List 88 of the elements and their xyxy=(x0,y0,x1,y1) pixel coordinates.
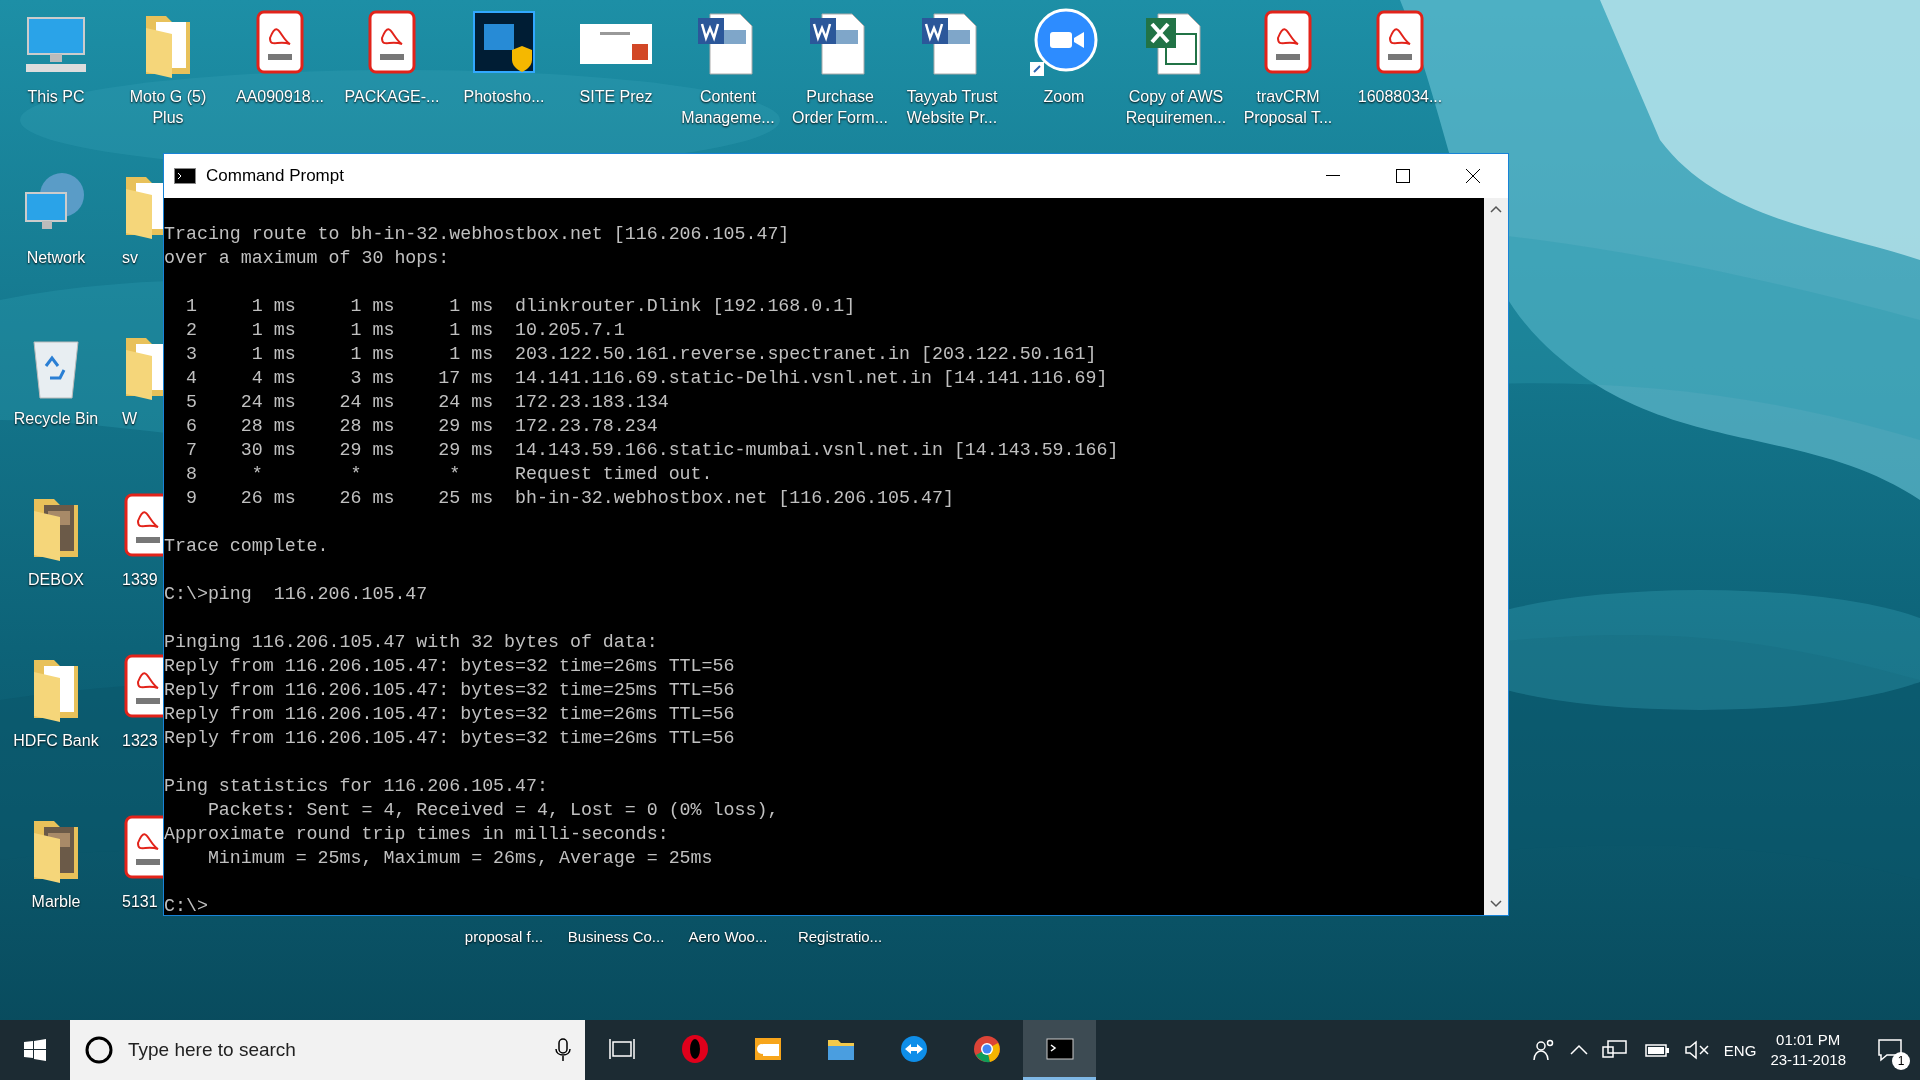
console-line: Approximate round trip times in milli-seconds: xyxy=(164,823,669,846)
console-line: Reply from 116.206.105.47: bytes=32 time=26ms TTL=56 xyxy=(164,727,735,750)
icon-label: 1323 xyxy=(122,731,158,751)
icon-label: AA090918... xyxy=(234,87,326,107)
console-line: 8 * * * Request timed out. xyxy=(184,463,713,486)
console-line: Tracing route to bh-in-32.webhostbox.net [116.206.105.47] xyxy=(164,223,790,246)
icon-label: HDFC Bank xyxy=(12,731,100,751)
microphone-icon[interactable] xyxy=(555,1038,571,1062)
network-icon[interactable] xyxy=(1601,1039,1628,1061)
scroll-down-icon[interactable] xyxy=(1490,899,1502,909)
icon-label: Marble xyxy=(30,892,82,912)
console-line: Ping statistics for 116.206.105.47: xyxy=(164,775,548,798)
console-line: over a maximum of 30 hops: xyxy=(164,247,450,270)
icon-label: Photosho... xyxy=(462,87,546,107)
icon-label: Recycle Bin xyxy=(12,409,100,429)
console-line: Reply from 116.206.105.47: bytes=32 time=26ms TTL=56 xyxy=(164,703,735,726)
desktop-icon[interactable]: Photosho... xyxy=(448,0,560,107)
notification-button[interactable]: 1 xyxy=(1860,1020,1920,1080)
icon-label: Content Manageme... xyxy=(680,87,776,128)
icon-label: Purchase Order Form... xyxy=(791,87,889,128)
icon-label: Moto G (5) Plus xyxy=(128,87,208,128)
scrollbar[interactable] xyxy=(1484,198,1508,915)
desktop-icon[interactable]: 16088034... xyxy=(1344,0,1456,107)
windows-logo-icon xyxy=(24,1039,46,1061)
console-line: Reply from 116.206.105.47: bytes=32 time=26ms TTL=56 xyxy=(164,655,735,678)
icon-label: This PC xyxy=(26,87,86,107)
people-icon[interactable] xyxy=(1531,1038,1556,1062)
taskbar-app-button[interactable] xyxy=(1023,1020,1096,1080)
console-line: 1 1 ms 1 ms 1 ms dlinkrouter.Dlink [192.168.0.1] xyxy=(184,295,856,318)
icon-label: 16088034... xyxy=(1356,87,1444,107)
console-line: Trace complete. xyxy=(164,535,329,558)
icon-label: PACKAGE-... xyxy=(343,87,441,107)
desktop-icon[interactable]: Moto G (5) Plus xyxy=(112,0,224,128)
icon-label: Aero Woo... xyxy=(688,927,768,947)
scroll-up-icon[interactable] xyxy=(1490,204,1502,214)
close-icon xyxy=(1465,168,1481,184)
language-indicator[interactable]: ENG xyxy=(1723,1041,1757,1059)
icon-label: Network xyxy=(25,248,87,268)
desktop-icon[interactable]: Tayyab Trust Website Pr... xyxy=(896,0,1008,128)
console-line: 9 26 ms 26 ms 25 ms bh-in-32.webhostbox.net [116.206.105.47] xyxy=(184,487,954,510)
chevron-up-icon[interactable] xyxy=(1569,1044,1588,1056)
console-line: 4 4 ms 3 ms 17 ms 14.141.116.69.static-Delhi.vsnl.net.in [14.141.116.69] xyxy=(184,367,1108,390)
chrome-icon xyxy=(971,1033,1002,1064)
console-line: Reply from 116.206.105.47: bytes=32 time=25ms TTL=56 xyxy=(164,679,735,702)
console-line: Pinging 116.206.105.47 with 32 bytes of data: xyxy=(164,631,658,654)
desktop-icon[interactable]: SITE Prez xyxy=(560,0,672,107)
icon-label: 1339 xyxy=(122,570,158,590)
notification-count: 1 xyxy=(1892,1052,1910,1070)
task-view-icon xyxy=(608,1037,635,1060)
icon-label: DEBOX xyxy=(27,570,85,590)
icon-label: Zoom xyxy=(1042,87,1086,107)
icon-label: Copy of AWS Requiremen... xyxy=(1124,87,1228,128)
minimize-icon xyxy=(1326,175,1340,177)
terminal-icon xyxy=(174,168,196,184)
icon-label: travCRM Proposal T... xyxy=(1242,87,1334,128)
desktop-icon[interactable]: Content Manageme... xyxy=(672,0,784,128)
console-line: 6 28 ms 28 ms 29 ms 172.23.78.234 xyxy=(184,415,658,438)
icon-label: Registratio... xyxy=(797,927,883,947)
console-line: 7 30 ms 29 ms 29 ms 14.143.59.166.static-mumbai.vsnl.net.in [14.143.59.166] xyxy=(184,439,1119,462)
icon-label: SITE Prez xyxy=(578,87,654,107)
desktop-icon[interactable]: PACKAGE-... xyxy=(336,0,448,107)
console-line: 2 1 ms 1 ms 1 ms 10.205.7.1 xyxy=(184,319,625,342)
console-line: C:\> xyxy=(164,895,208,915)
console-line: C:\>ping 116.206.105.47 xyxy=(164,583,428,606)
icon-label: Business Co... xyxy=(567,927,665,947)
window-title: Command Prompt xyxy=(206,166,345,186)
console-line: Minimum = 25ms, Maximum = 26ms, Average = 25ms xyxy=(206,847,713,870)
desktop-icon[interactable]: Purchase Order Form... xyxy=(784,0,896,128)
search-box[interactable]: Type here to search xyxy=(70,1020,585,1080)
desktop-icon[interactable]: AA090918... xyxy=(224,0,336,107)
clock[interactable]: 01:01 PM 23-11-2018 xyxy=(1770,1030,1846,1070)
muted-speaker-icon[interactable] xyxy=(1683,1040,1710,1060)
search-field[interactable]: Type here to search xyxy=(126,1038,543,1062)
icon-label: sv xyxy=(122,248,138,268)
icon-label: 5131 xyxy=(122,892,158,912)
desktop-icon[interactable]: This PC xyxy=(0,0,112,107)
maximize-icon xyxy=(1396,169,1410,183)
icon-label: proposal f... xyxy=(464,927,544,947)
desktop-icon[interactable]: travCRM Proposal T... xyxy=(1232,0,1344,128)
desktop-icon[interactable]: Zoom xyxy=(1008,0,1120,107)
console-line: 5 24 ms 24 ms 24 ms 172.23.183.134 xyxy=(184,391,669,414)
icon-label: W xyxy=(122,409,138,429)
console-line: Packets: Sent = 4, Received = 4, Lost = 0 (0% loss), xyxy=(206,799,779,822)
opera-icon xyxy=(679,1033,710,1064)
icon-label: Tayyab Trust Website Pr... xyxy=(905,87,999,128)
circle-icon xyxy=(84,1035,114,1065)
desktop-icon[interactable]: Copy of AWS Requiremen... xyxy=(1120,0,1232,128)
console-line: 3 1 ms 1 ms 1 ms 203.122.50.161.reverse.spectranet.in [203.122.50.161] xyxy=(184,343,1097,366)
